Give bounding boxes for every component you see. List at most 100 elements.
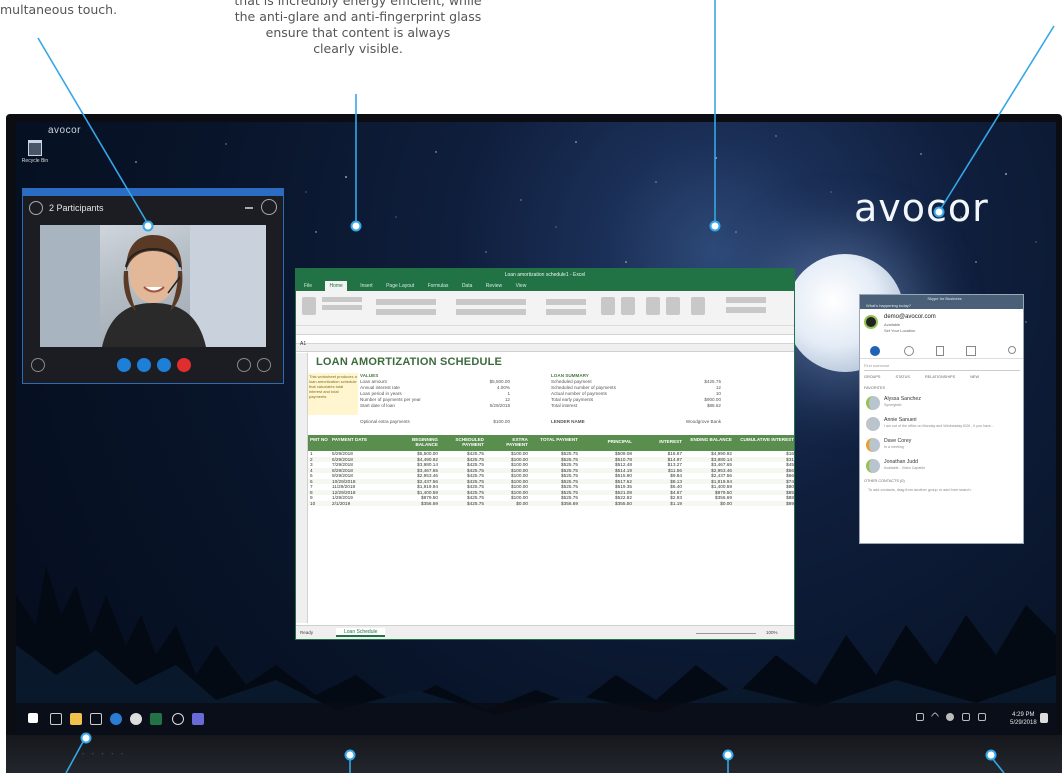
zoom-slider[interactable] (696, 633, 756, 634)
summary-label: Actual number of payments (551, 391, 607, 396)
caption-left: multaneous touch. (0, 2, 118, 17)
my-location[interactable]: Set Your Location (884, 328, 915, 333)
mic-icon[interactable] (137, 358, 151, 372)
contact-status: In a meeting (884, 445, 904, 449)
settings-icon[interactable] (172, 713, 184, 725)
contact-item[interactable]: Alyssa Sanchez Synergistic (864, 394, 1023, 412)
recycle-bin-icon[interactable]: Recycle Bin (20, 140, 50, 164)
tab-new[interactable]: NEW (970, 375, 979, 379)
input-row[interactable]: Start date of loan 5/29/2018 (360, 403, 510, 409)
tab-insert[interactable]: Insert (360, 281, 373, 291)
my-profile[interactable]: demo@avocor.com Available Set Your Locat… (864, 313, 1023, 337)
media-icon[interactable] (192, 713, 204, 725)
caption-line: clearly visible. (313, 41, 403, 56)
contact-note: Synergistic (884, 403, 902, 407)
skype-business-window[interactable]: Skype for Business What's happening toda… (859, 294, 1024, 544)
summary-label: Scheduled number of payments (551, 385, 616, 390)
chrome-icon[interactable] (130, 713, 142, 725)
formula-bar[interactable]: A1 (296, 335, 794, 347)
worksheet[interactable]: LOAN AMORTIZATION SCHEDULE This workshee… (308, 353, 794, 623)
whats-happening-input[interactable]: What's happening today? (866, 302, 1023, 309)
task-view-icon[interactable] (50, 713, 62, 725)
options-icon[interactable] (1008, 346, 1016, 354)
caption-line: the anti-glare and anti-fingerprint glas… (234, 9, 482, 24)
input-label: Start date of loan (360, 403, 395, 408)
network-icon[interactable] (946, 713, 954, 721)
fullscreen-icon[interactable] (261, 199, 277, 215)
contact-note: I am out of the office on Monday and Wed… (884, 424, 994, 428)
contacts-icon[interactable] (870, 346, 880, 356)
mail-icon[interactable] (90, 713, 102, 725)
brand-logo: avocor (854, 186, 989, 230)
contact-status: Available - Video Capable (884, 466, 926, 470)
tab-page-layout[interactable]: Page Layout (386, 281, 414, 291)
notifications-icon[interactable] (1040, 713, 1048, 723)
excel-icon[interactable] (150, 713, 162, 725)
contact-search-input[interactable]: Find someone (864, 363, 1020, 371)
more-icon[interactable] (257, 358, 271, 372)
favorites-header: FAVORITES (864, 386, 886, 390)
contact-item[interactable]: Dave Corey In a meeting (864, 436, 1023, 454)
sfb-titlebar[interactable]: Skype for Business What's happening toda… (860, 295, 1023, 309)
instruction-note: This worksheet produces a loan amortizat… (308, 373, 358, 415)
tab-view[interactable]: View (516, 281, 527, 291)
table-cell: 2/1/2019 (332, 500, 351, 506)
table-header: PMT NO PAYMENT DATE BEGINNING BALANCE SC… (308, 435, 794, 451)
meetings-icon[interactable] (936, 346, 944, 356)
keyboard-icon[interactable] (978, 713, 986, 721)
sheet-tab-loan-schedule[interactable]: Loan Schedule (336, 628, 386, 637)
lender-row[interactable]: LENDER NAME Woodgrove Bank (551, 419, 721, 425)
tab-formulas[interactable]: Formulas (428, 281, 449, 291)
col-header: EXTRA PAYMENT (506, 437, 528, 447)
col-header: PRINCIPAL (607, 439, 632, 444)
input-value: $100.00 (493, 419, 510, 424)
my-status[interactable]: Available (884, 322, 900, 327)
avatar (866, 417, 880, 431)
chevron-up-icon[interactable] (930, 711, 940, 721)
summary-label: Total interest (551, 403, 578, 408)
summary-value: $88.62 (706, 403, 721, 408)
calendar-icon[interactable] (966, 346, 976, 356)
excel-window[interactable]: Loan amortization schedule1 - Excel File… (295, 268, 795, 640)
avatar (864, 315, 878, 329)
name-box[interactable]: A1 (300, 341, 306, 347)
windows-icon[interactable] (28, 713, 38, 723)
contact-item[interactable]: Annie Sanueri I am out of the office on … (864, 415, 1023, 433)
avatar (866, 438, 880, 452)
file-explorer-icon[interactable] (70, 713, 82, 725)
status-bar: Ready Loan Schedule 100% (296, 625, 794, 639)
tab-file[interactable]: File (304, 281, 312, 291)
tab-home[interactable]: Home (325, 281, 347, 291)
skype-icon[interactable] (110, 713, 122, 725)
share-icon[interactable] (157, 358, 171, 372)
bezel-indicators: • • • • • (82, 752, 127, 758)
ribbon (296, 291, 794, 335)
input-row[interactable]: Optional extra payments $100.00 (360, 419, 510, 425)
tab-status[interactable]: STATUS (896, 375, 910, 379)
history-icon[interactable] (904, 346, 914, 356)
tab-relationships[interactable]: RELATIONSHIPS (925, 375, 955, 379)
desktop-screen: avocor avocor Recycle Bin 2 Participants (16, 122, 1056, 735)
tab-data[interactable]: Data (462, 281, 473, 291)
avatar (866, 396, 880, 410)
caption-line: that is incredibly energy efficient, whi… (234, 0, 482, 8)
zoom-level[interactable]: 100% (766, 630, 778, 635)
loan-summary: LOAN SUMMARY Scheduled payment $425.75 Sc… (551, 373, 721, 425)
video-icon[interactable] (117, 358, 131, 372)
tab-groups[interactable]: GROUPS (864, 375, 880, 379)
participants-icon[interactable] (29, 201, 43, 215)
skype-call-window[interactable]: 2 Participants (22, 188, 284, 384)
excel-titlebar[interactable]: Loan amortization schedule1 - Excel (296, 269, 794, 281)
other-contacts-header: OTHER CONTACTS (0) (864, 479, 905, 483)
window-titlebar[interactable] (23, 189, 283, 196)
table-row[interactable]: 10 2/1/2019 $356.69 $425.75 $0.00 $356.69 $355… (308, 500, 794, 506)
contact-item[interactable]: Jonathan Judd Available - Video Capable (864, 457, 1023, 475)
devices-icon[interactable] (237, 358, 251, 372)
col-header: SCHEDULED PAYMENT (455, 437, 484, 447)
pen-icon[interactable] (916, 713, 924, 721)
tab-review[interactable]: Review (486, 281, 502, 291)
volume-icon[interactable] (962, 713, 970, 721)
chat-icon[interactable] (31, 358, 45, 372)
clock[interactable]: 4:29 PM 5/29/2018 (1010, 711, 1037, 727)
hangup-icon[interactable] (177, 358, 191, 372)
